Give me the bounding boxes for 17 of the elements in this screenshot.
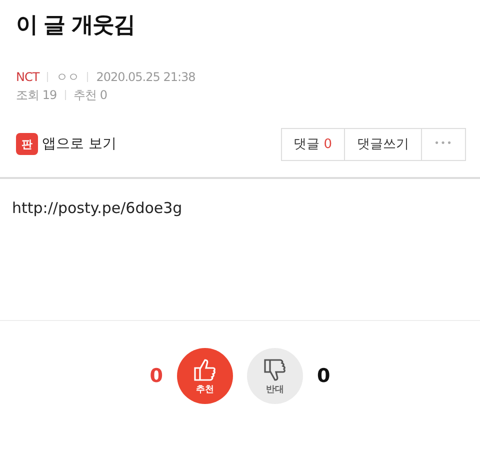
app-view-link[interactable]: 판 앱으로 보기	[16, 133, 116, 155]
app-icon: 판	[16, 133, 38, 155]
write-comment-button[interactable]: 댓글쓰기	[344, 128, 422, 160]
vote-count: 0	[317, 365, 330, 387]
thumbs-up-icon	[192, 356, 218, 382]
comments-button[interactable]: 댓글 0	[280, 128, 346, 160]
view-count: 조회 19	[16, 87, 57, 104]
author-name: ㅇㅇ	[56, 69, 80, 86]
thumbs-down-icon	[262, 356, 288, 382]
post-title: 이 글 개웃김	[15, 12, 136, 40]
vote-count: 0	[150, 365, 163, 387]
post-date: 2020.05.25 21:38	[96, 69, 196, 86]
board-name[interactable]: NCT	[16, 68, 40, 86]
upvote-button[interactable]: 추천	[177, 348, 233, 404]
post-body: http://posty.pe/6doe3g	[12, 199, 182, 217]
downvote-button[interactable]: 반대	[247, 348, 303, 404]
recommend-count: 추천 0	[74, 87, 108, 104]
